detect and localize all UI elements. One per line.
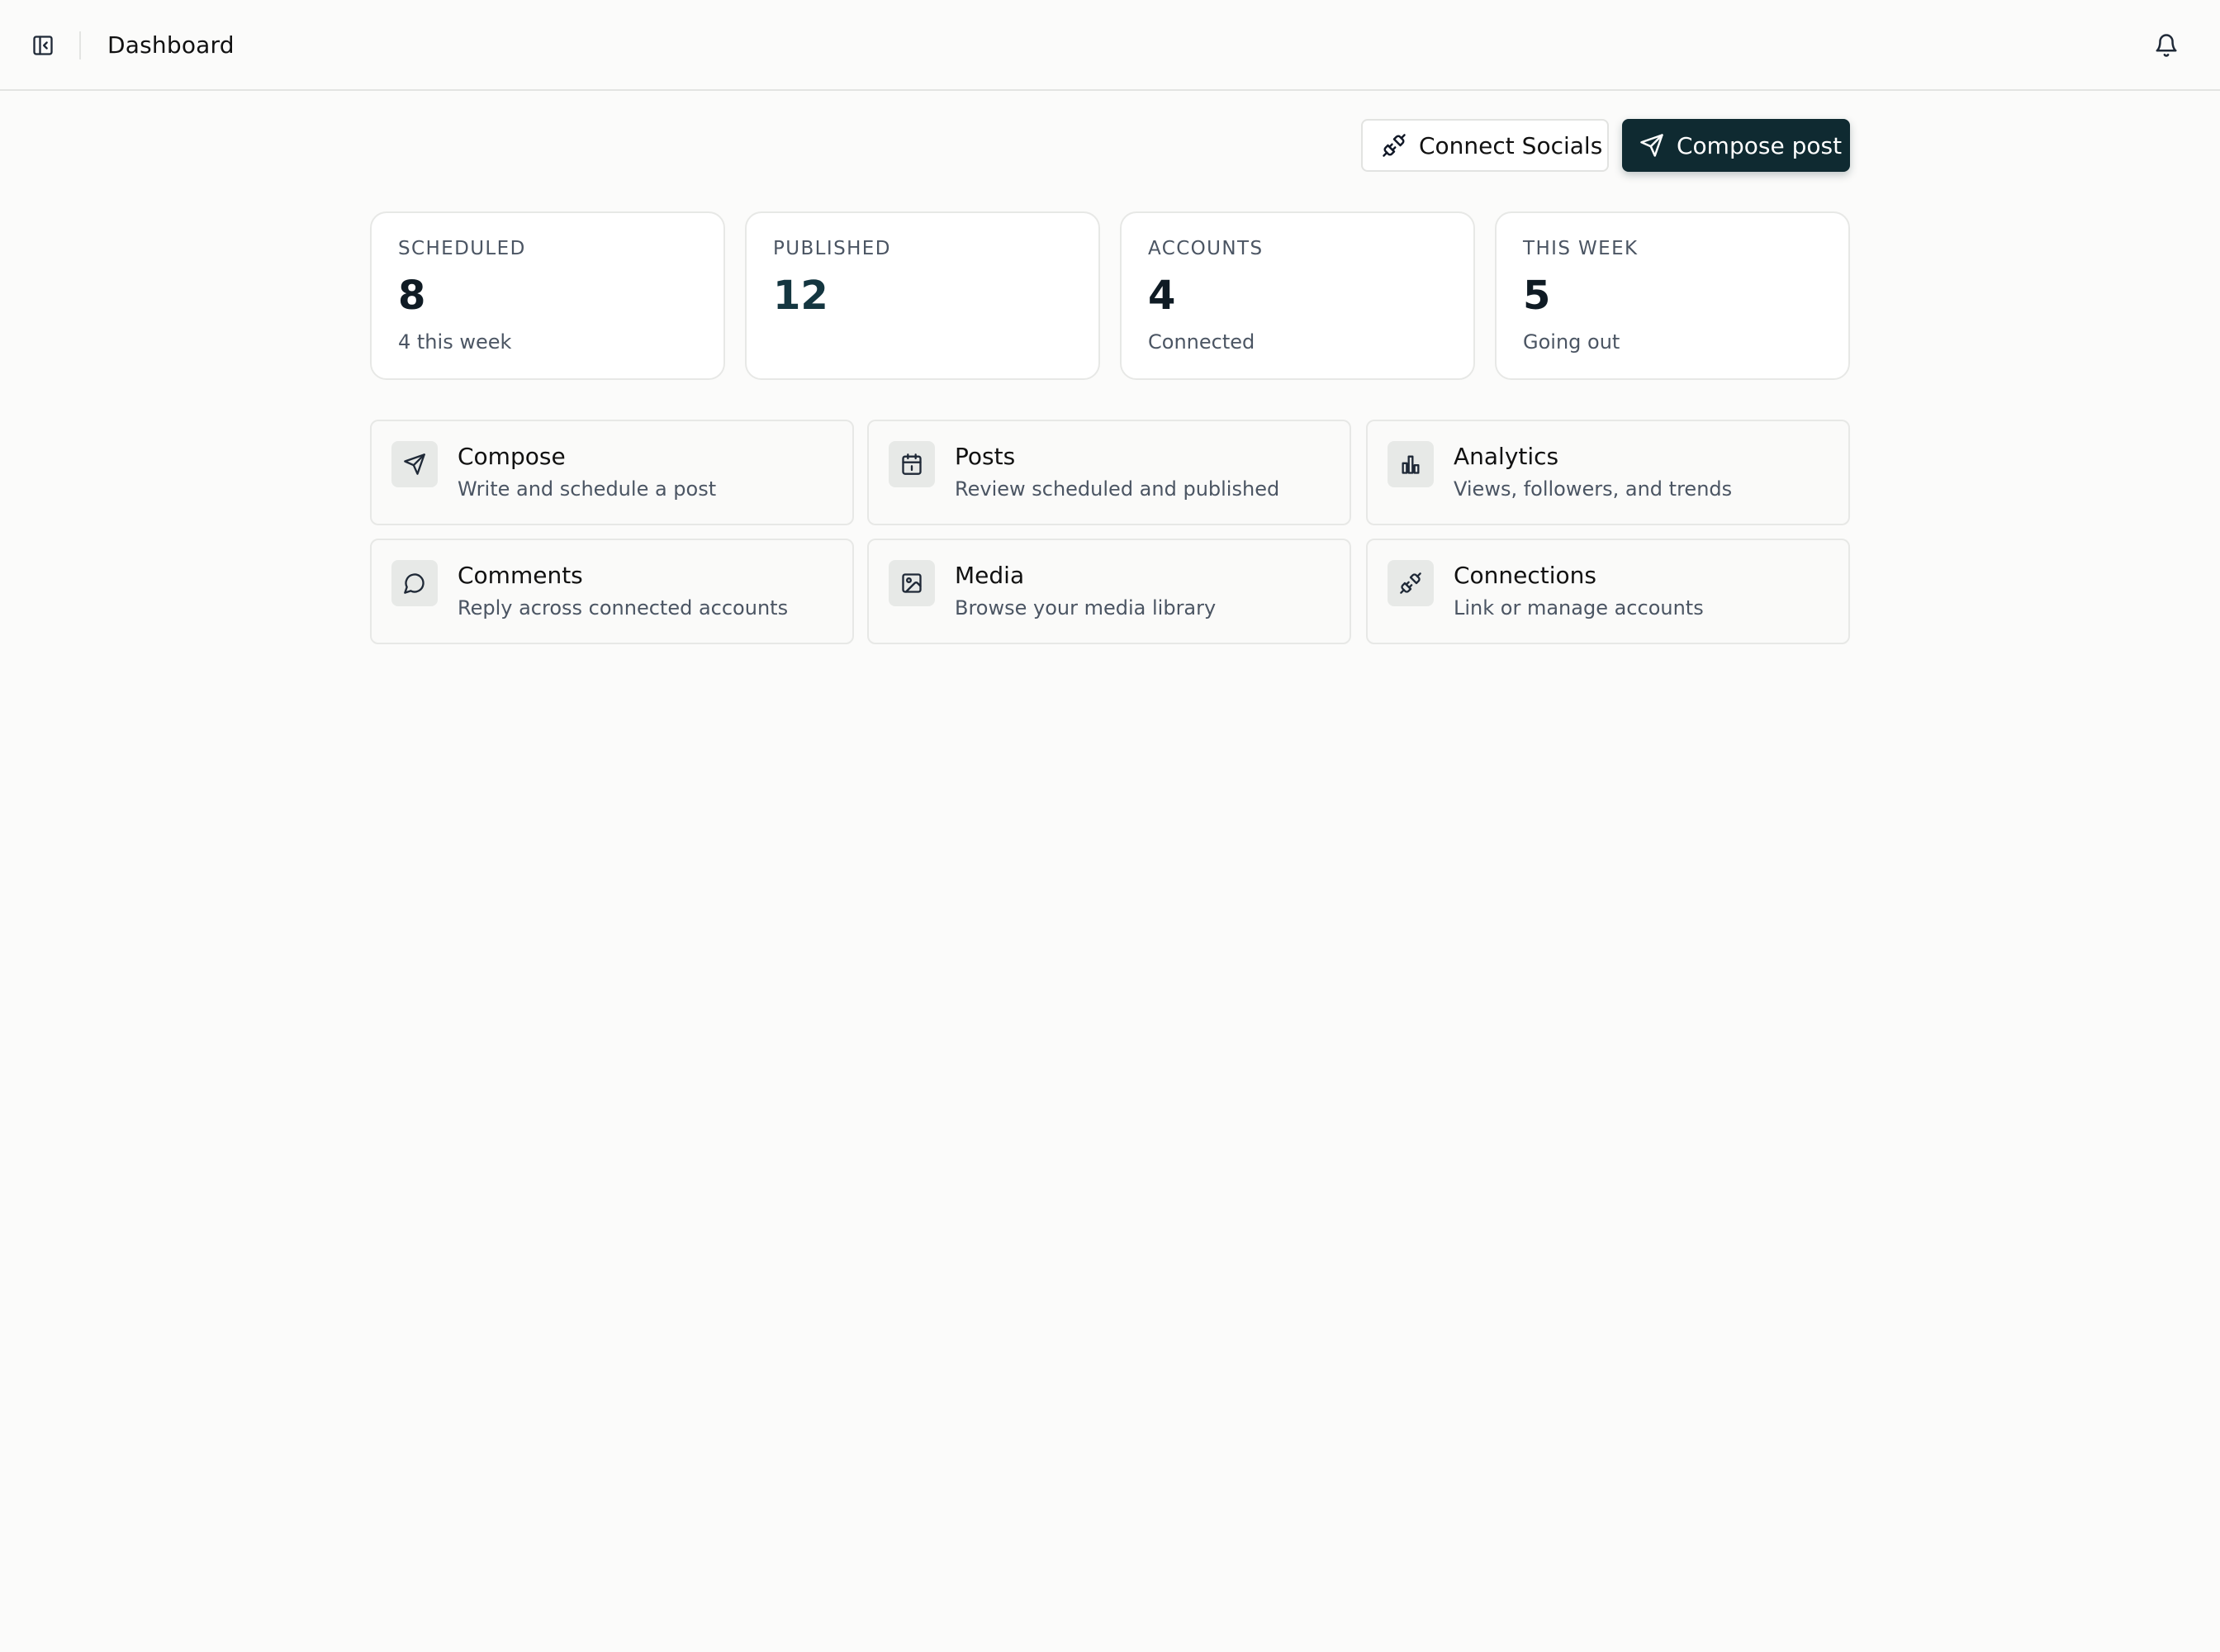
- stat-value: 8: [398, 273, 426, 319]
- nav-card-desc: Browse your media library: [955, 596, 1217, 620]
- stat-card-scheduled: SCHEDULED 8 4 this week: [370, 211, 725, 380]
- nav-card-title: Media: [955, 562, 1025, 589]
- stat-card-this-week: THIS WEEK 5 Going out: [1495, 211, 1850, 380]
- top-bar: Dashboard: [0, 0, 2220, 91]
- sidebar-panel-icon[interactable]: [28, 31, 58, 60]
- stat-value: 4: [1148, 273, 1176, 319]
- nav-card-title: Connections: [1454, 562, 1597, 589]
- stat-label: PUBLISHED: [773, 238, 891, 259]
- nav-card-title: Compose: [458, 443, 566, 470]
- message-circle-icon: [391, 560, 438, 606]
- compose-post-label: Compose post: [1677, 131, 1843, 159]
- stat-label: SCHEDULED: [398, 238, 526, 259]
- stat-label: THIS WEEK: [1523, 238, 1639, 259]
- calendar-icon: [889, 441, 935, 487]
- stat-value: 5: [1523, 273, 1551, 319]
- compose-post-button[interactable]: Compose post: [1622, 119, 1850, 172]
- nav-card-title: Comments: [458, 562, 583, 589]
- send-icon: [391, 441, 438, 487]
- bar-chart-icon: [1388, 441, 1434, 487]
- nav-card-desc: Views, followers, and trends: [1454, 477, 1733, 501]
- stat-card-accounts: ACCOUNTS 4 Connected: [1120, 211, 1475, 380]
- stat-label: ACCOUNTS: [1148, 238, 1264, 259]
- stat-value: 12: [773, 273, 828, 319]
- header-divider: [79, 31, 81, 59]
- nav-card-media[interactable]: Media Browse your media library: [867, 539, 1351, 644]
- page-title: Dashboard: [107, 31, 235, 59]
- nav-card-connections[interactable]: Connections Link or manage accounts: [1366, 539, 1850, 644]
- nav-card-desc: Link or manage accounts: [1454, 596, 1704, 620]
- stat-sub: Going out: [1523, 330, 1620, 354]
- nav-card-comments[interactable]: Comments Reply across connected accounts: [370, 539, 854, 644]
- stat-sub: Connected: [1148, 330, 1255, 354]
- nav-card-analytics[interactable]: Analytics Views, followers, and trends: [1366, 420, 1850, 525]
- plug-icon: [1388, 560, 1434, 606]
- nav-card-title: Analytics: [1454, 443, 1559, 470]
- nav-card-posts[interactable]: Posts Review scheduled and published: [867, 420, 1351, 525]
- nav-card-desc: Reply across connected accounts: [458, 596, 789, 620]
- connect-socials-button[interactable]: Connect Socials: [1361, 119, 1609, 172]
- send-icon: [1639, 132, 1665, 159]
- stat-card-published: PUBLISHED 12: [745, 211, 1100, 380]
- bell-icon[interactable]: [2151, 30, 2182, 61]
- nav-card-desc: Review scheduled and published: [955, 477, 1280, 501]
- plug-icon: [1381, 132, 1407, 159]
- nav-card-desc: Write and schedule a post: [458, 477, 717, 501]
- image-icon: [889, 560, 935, 606]
- nav-card-compose[interactable]: Compose Write and schedule a post: [370, 420, 854, 525]
- connect-socials-label: Connect Socials: [1419, 131, 1603, 159]
- nav-card-title: Posts: [955, 443, 1016, 470]
- stat-sub: 4 this week: [398, 330, 512, 354]
